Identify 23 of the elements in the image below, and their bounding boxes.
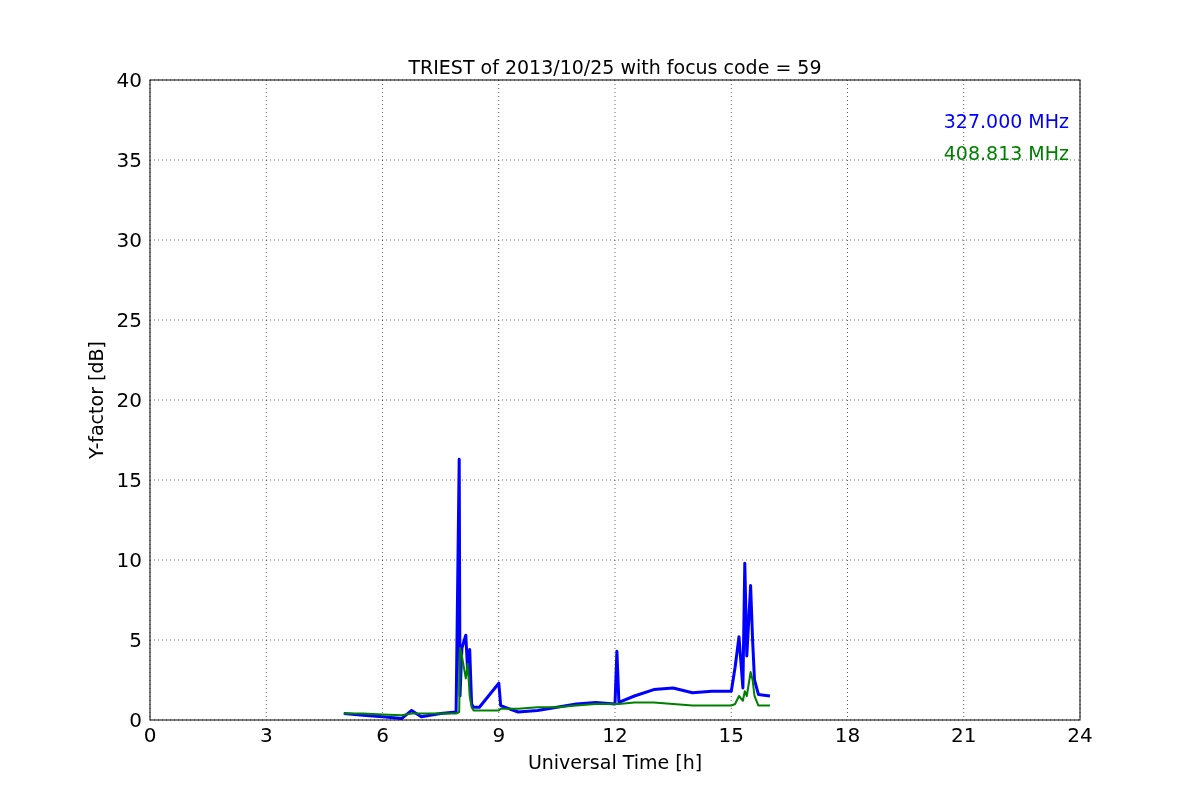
legend-label: 327.000 MHz bbox=[943, 110, 1069, 132]
x-tick-label: 3 bbox=[259, 723, 273, 747]
y-tick-label: 15 bbox=[116, 468, 142, 492]
y-tick-label: 20 bbox=[116, 388, 142, 412]
x-tick-label: 24 bbox=[1067, 723, 1093, 747]
x-tick-label: 6 bbox=[376, 723, 389, 747]
y-tick-label: 5 bbox=[129, 628, 142, 652]
y-tick-label: 10 bbox=[116, 548, 142, 572]
y-tick-label: 35 bbox=[116, 148, 142, 172]
x-tick-label: 9 bbox=[492, 723, 506, 747]
x-tick-label: 18 bbox=[834, 723, 861, 747]
legend-label: 408.813 MHz bbox=[943, 142, 1069, 164]
y-tick-label: 30 bbox=[116, 228, 142, 252]
y-tick-label: 0 bbox=[129, 708, 142, 732]
x-tick-label: 21 bbox=[951, 723, 977, 747]
y-tick-label: 40 bbox=[116, 68, 142, 92]
chart-title: TRIEST of 2013/10/25 with focus code = 59 bbox=[408, 56, 822, 78]
y-axis-label: Y-factor [dB] bbox=[85, 341, 107, 459]
y-tick-label: 25 bbox=[116, 308, 142, 332]
x-tick-label: 12 bbox=[602, 723, 628, 747]
x-axis-label: Universal Time [h] bbox=[527, 751, 703, 773]
x-tick-label: 15 bbox=[718, 723, 744, 747]
x-tick-label: 0 bbox=[143, 723, 157, 747]
